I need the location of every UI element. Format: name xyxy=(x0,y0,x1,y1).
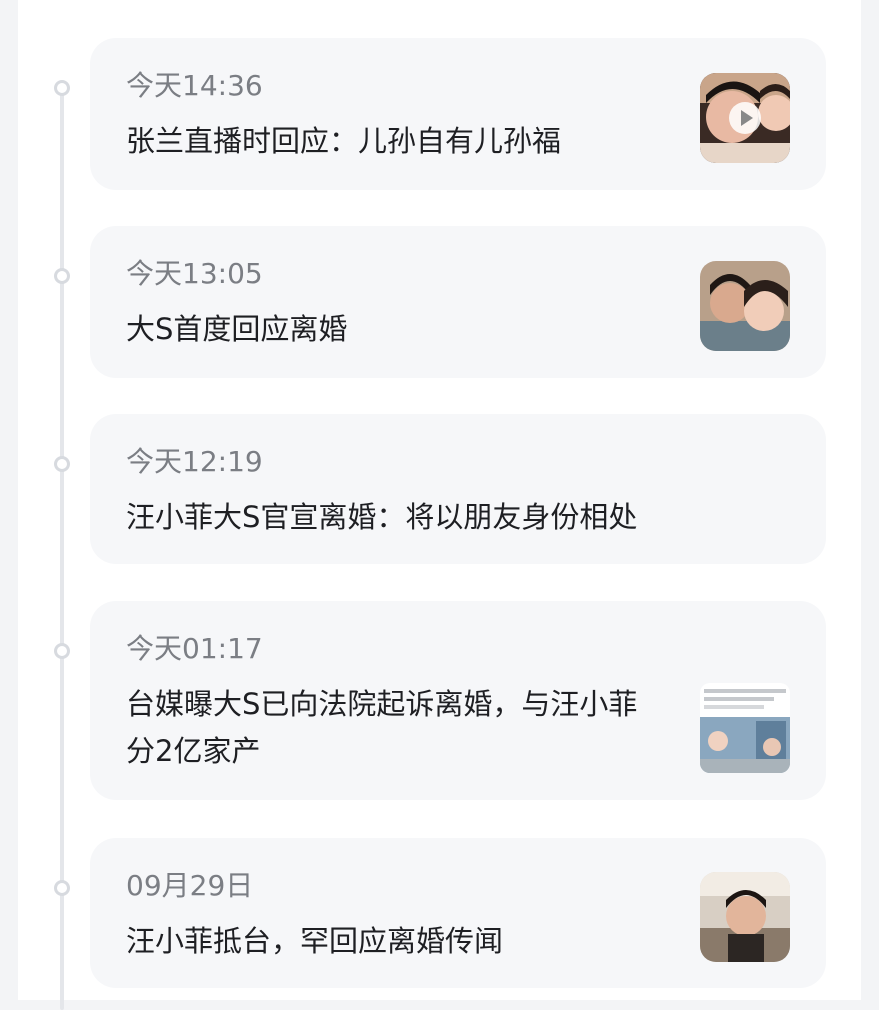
timeline-item-time: 今天14:36 xyxy=(126,69,263,102)
selfie-photo-image xyxy=(700,872,790,962)
timeline-item-time: 09月29日 xyxy=(126,869,254,902)
timeline-item[interactable]: 今天12:19 汪小菲大S官宣离婚：将以朋友身份相处 xyxy=(90,414,826,564)
timeline-dot xyxy=(54,456,70,472)
timeline-item[interactable]: 今天13:05 大S首度回应离婚 xyxy=(90,226,826,378)
news-screenshot-image xyxy=(700,683,790,773)
timeline-item-title: 汪小菲抵台，罕回应离婚传闻 xyxy=(126,924,504,958)
timeline-item-title: 汪小菲大S官宣离婚：将以朋友身份相处 xyxy=(126,500,638,534)
video-thumbnail[interactable] xyxy=(700,73,790,163)
couple-photo-thumbnail[interactable] xyxy=(700,261,790,351)
timeline-dot xyxy=(54,880,70,896)
selfie-photo-thumbnail[interactable] xyxy=(700,872,790,962)
timeline-dot xyxy=(54,268,70,284)
timeline-item[interactable]: 今天01:17 台媒曝大S已向法院起诉离婚，与汪小菲分2亿家产 xyxy=(90,601,826,800)
timeline-item-title: 台媒曝大S已向法院起诉离婚，与汪小菲分2亿家产 xyxy=(126,687,638,768)
timeline-item-title: 张兰直播时回应：儿孙自有儿孙福 xyxy=(126,124,562,158)
news-screenshot-thumbnail[interactable] xyxy=(700,683,790,773)
timeline-item-time: 今天12:19 xyxy=(126,445,263,478)
couple-photo-image xyxy=(700,261,790,351)
timeline-item[interactable]: 09月29日 汪小菲抵台，罕回应离婚传闻 xyxy=(90,838,826,988)
timeline-item-time: 今天01:17 xyxy=(126,632,263,665)
timeline-item-time: 今天13:05 xyxy=(126,257,263,290)
timeline-item[interactable]: 今天14:36 张兰直播时回应：儿孙自有儿孙福 xyxy=(90,38,826,190)
timeline-dot xyxy=(54,80,70,96)
timeline-line xyxy=(60,90,64,1010)
timeline-dot xyxy=(54,643,70,659)
timeline-item-title: 大S首度回应离婚 xyxy=(126,312,348,346)
play-icon xyxy=(729,102,761,134)
